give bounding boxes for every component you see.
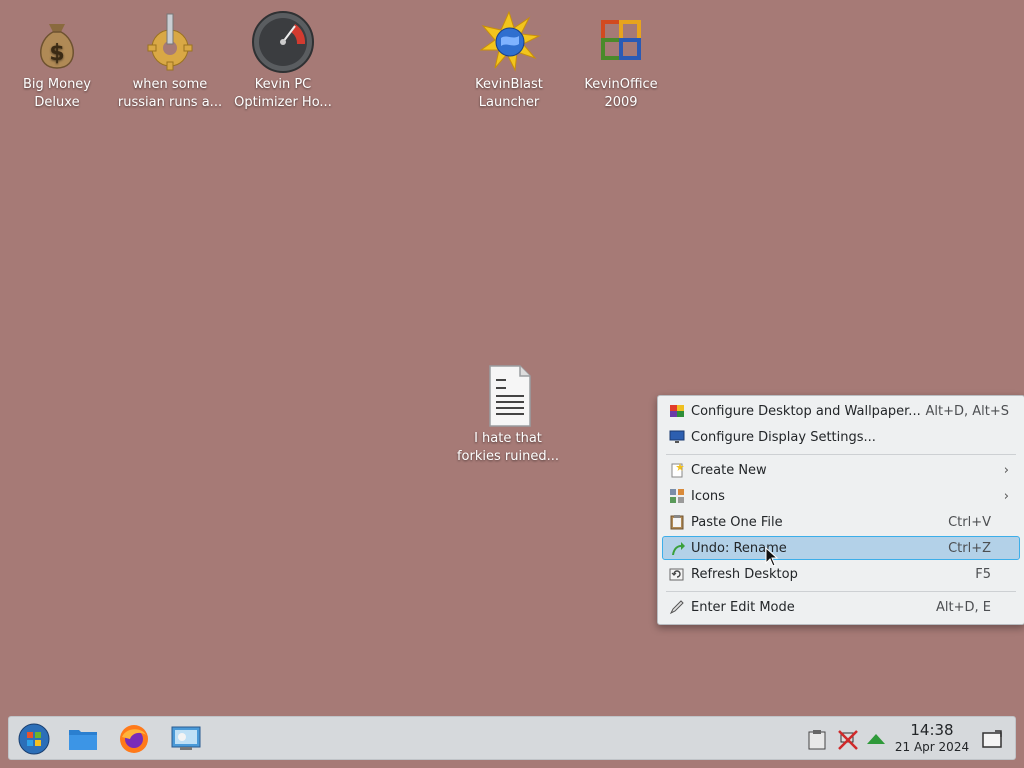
- desktop-icon-russian[interactable]: when some russian runs a...: [115, 4, 225, 112]
- menu-item-icons[interactable]: Icons ›: [662, 484, 1020, 508]
- system-settings-button[interactable]: [170, 723, 202, 755]
- menu-item-configure-desktop[interactable]: Configure Desktop and Wallpaper... Alt+D…: [662, 399, 1020, 423]
- firefox-button[interactable]: [118, 723, 150, 755]
- clipboard-icon: [808, 730, 826, 750]
- desktop-icon-label: KevinOffice 2009: [584, 77, 658, 110]
- desktop-icon-kevin-pc-optimizer[interactable]: Kevin PC Optimizer Ho...: [228, 4, 338, 112]
- refresh-icon: [669, 568, 684, 581]
- new-file-icon: [671, 463, 684, 478]
- firefox-icon: [120, 725, 148, 753]
- money-bag-icon: $: [40, 24, 74, 69]
- start-menu-button[interactable]: [18, 723, 50, 755]
- show-desktop-button[interactable]: [981, 729, 1003, 751]
- menu-item-shortcut: Ctrl+Z: [948, 540, 991, 556]
- desktop-context-menu: Configure Desktop and Wallpaper... Alt+D…: [657, 395, 1024, 625]
- icons-grid-icon: [670, 489, 684, 503]
- submenu-arrow-icon: ›: [1003, 489, 1009, 504]
- menu-item-label: Enter Edit Mode: [691, 599, 795, 615]
- undo-arrow-icon: [672, 542, 685, 555]
- menu-item-refresh[interactable]: Refresh Desktop F5: [662, 562, 1020, 586]
- clipboard-icon: [670, 515, 684, 530]
- tray-network-button[interactable]: [837, 729, 859, 751]
- menu-item-label: Refresh Desktop: [691, 566, 798, 582]
- menu-separator: [666, 591, 1016, 592]
- desktop-icon-kevinblast-launcher[interactable]: KevinBlast Launcher: [454, 4, 564, 112]
- menu-separator: [666, 454, 1016, 455]
- clock-date: 21 Apr 2024: [894, 740, 970, 754]
- menu-item-create-new[interactable]: Create New ›: [662, 458, 1020, 482]
- tray-updates-button[interactable]: [865, 729, 887, 751]
- desktop-icon-label: when some russian runs a...: [117, 77, 223, 110]
- system-settings-icon: [171, 726, 201, 750]
- file-manager-button[interactable]: [67, 723, 99, 755]
- menu-item-undo-rename[interactable]: Undo: Rename Ctrl+Z: [662, 536, 1020, 560]
- menu-item-label: Configure Desktop and Wallpaper...: [691, 403, 921, 419]
- menu-item-configure-display[interactable]: Configure Display Settings...: [662, 425, 1020, 449]
- desktop-icon-big-money-deluxe[interactable]: $ Big Money Deluxe: [2, 4, 112, 112]
- menu-item-shortcut: F5: [975, 566, 991, 582]
- taskbar: 14:38 21 Apr 2024: [8, 716, 1016, 760]
- menu-item-paste[interactable]: Paste One File Ctrl+V: [662, 510, 1020, 534]
- menu-item-label: Paste One File: [691, 514, 783, 530]
- svg-text:$: $: [49, 41, 64, 66]
- show-desktop-icon: [982, 730, 1002, 748]
- menu-item-shortcut: Ctrl+V: [948, 514, 991, 530]
- menu-item-shortcut: Alt+D, E: [936, 599, 991, 615]
- menu-item-edit-mode[interactable]: Enter Edit Mode Alt+D, E: [662, 595, 1020, 619]
- menu-item-shortcut: Alt+D, Alt+S: [925, 403, 1009, 419]
- speedometer-icon: [252, 11, 314, 73]
- menu-item-label: Create New: [691, 462, 767, 478]
- desktop-icon-label: Big Money Deluxe: [22, 77, 91, 110]
- network-disconnected-icon: [838, 730, 858, 750]
- palette-icon: [670, 405, 684, 417]
- desktop-icon-label: KevinBlast Launcher: [475, 77, 543, 110]
- submenu-arrow-icon: ›: [1003, 463, 1009, 478]
- desktop-icon-label: Kevin PC Optimizer Ho...: [234, 77, 332, 110]
- desktop-icon-kevinoffice-2009[interactable]: KevinOffice 2009: [566, 4, 676, 112]
- windows-orb-icon: [18, 723, 50, 755]
- text-document-icon: [489, 365, 531, 427]
- monitor-icon: [669, 430, 685, 443]
- clock-time: 14:38: [910, 721, 954, 739]
- desktop-icon-label: I hate that forkies ruined...: [456, 431, 559, 464]
- pencil-icon: [669, 600, 684, 615]
- sun-globe-icon: [479, 10, 541, 72]
- menu-item-label: Icons: [691, 488, 725, 504]
- gear-icon: [147, 13, 193, 71]
- clock[interactable]: 14:38 21 Apr 2024: [889, 721, 975, 755]
- up-arrow-icon: [867, 734, 885, 744]
- folder-icon: [69, 730, 97, 750]
- menu-item-label: Undo: Rename: [691, 540, 787, 556]
- office-logo-icon: [601, 20, 641, 60]
- tray-clipboard-button[interactable]: [806, 729, 828, 751]
- desktop-icon-text-file[interactable]: I hate that forkies ruined...: [453, 358, 563, 466]
- menu-item-label: Configure Display Settings...: [691, 429, 876, 445]
- mouse-cursor-icon: [765, 547, 779, 567]
